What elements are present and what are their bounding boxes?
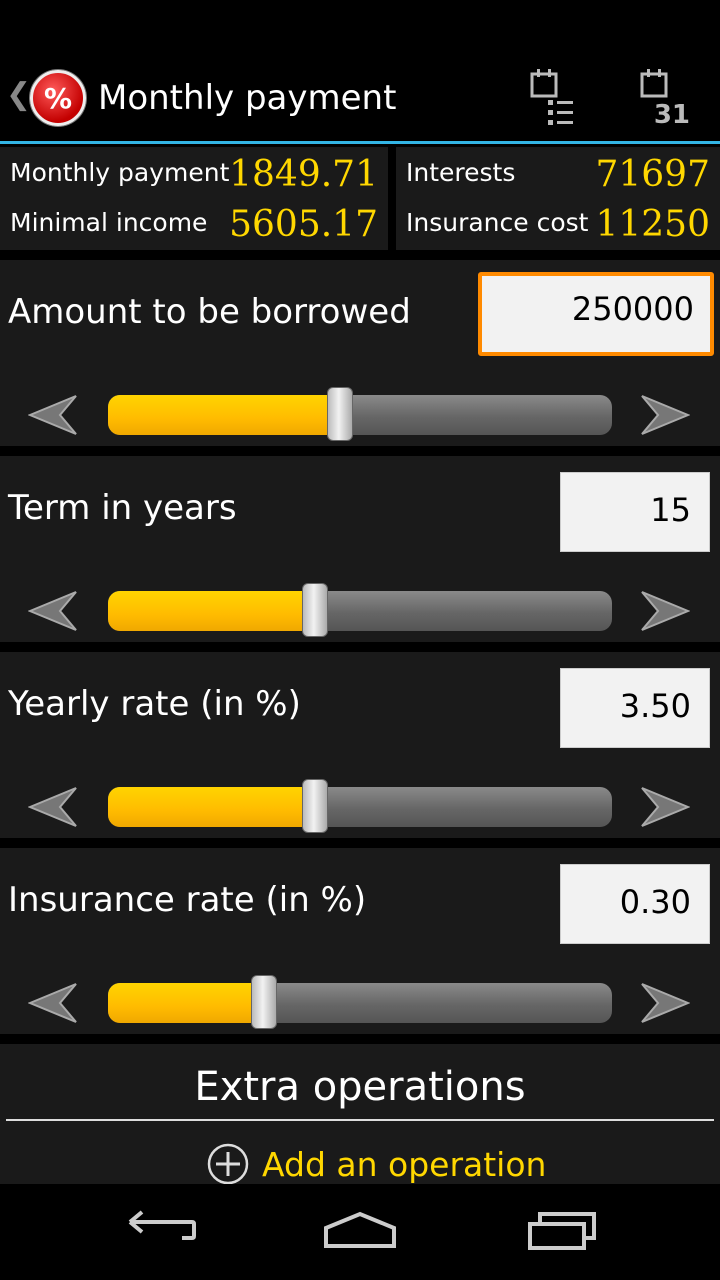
insurance-rate-section: Insurance rate (in %) 0.30 [0,848,720,1034]
minimal-income-label: Minimal income [10,208,208,237]
extra-operations-title: Extra operations [194,1064,526,1110]
monthly-payment-row: Monthly payment 1849.71 [10,147,378,197]
yearly-rate-slider-thumb[interactable] [301,779,328,833]
insurance-rate-slider-fill [108,983,265,1023]
insurance-rate-slider-thumb[interactable] [251,975,278,1029]
summary-panel-left: Monthly payment 1849.71 Minimal income 5… [0,147,388,250]
yearly-rate-section: Yearly rate (in %) 3.50 [0,652,720,838]
insurance-rate-input[interactable]: 0.30 [560,864,710,944]
insurance-cost-label: Insurance cost [406,208,589,237]
decrease-arrow-icon[interactable] [28,392,78,438]
decrease-arrow-icon[interactable] [28,588,78,634]
term-label: Term in years [8,488,237,528]
insurance-cost-value: 11250 [595,204,710,245]
extra-operations-section: Extra operations Add an operation [0,1044,720,1186]
action-bar: ❮ % Monthly payment 31 [0,50,720,144]
decrease-arrow-icon[interactable] [28,980,78,1026]
yearly-rate-slider-fill [108,787,315,827]
app-percent-icon[interactable]: % [30,70,86,126]
yearly-rate-slider-track[interactable] [108,787,612,827]
term-slider-fill [108,591,315,631]
monthly-payment-value: 1849.71 [229,154,378,195]
amount-section: Amount to be borrowed 250000 [0,260,720,446]
status-bar [0,0,720,50]
yearly-rate-input[interactable]: 3.50 [560,668,710,748]
interests-row: Interests 71697 [406,147,710,197]
add-operation-button[interactable]: Add an operation [206,1142,546,1186]
navigation-bar [0,1184,720,1280]
term-input[interactable]: 15 [560,472,710,552]
calendar-list-icon [530,69,573,125]
recents-icon[interactable] [522,1206,602,1256]
increase-arrow-icon[interactable] [640,784,690,830]
home-icon[interactable] [320,1206,400,1256]
decrease-arrow-icon[interactable] [28,784,78,830]
divider [6,1119,714,1121]
amount-label: Amount to be borrowed [8,292,411,332]
add-operation-label: Add an operation [262,1144,547,1184]
term-slider-thumb[interactable] [301,583,328,637]
chevron-left-icon[interactable]: ❮ [6,80,31,110]
increase-arrow-icon[interactable] [640,588,690,634]
page-title: Monthly payment [98,78,397,118]
plus-circle-icon [207,1143,249,1185]
yearly-rate-label: Yearly rate (in %) [8,684,301,724]
calendar-button[interactable]: 31 [636,68,696,130]
insurance-cost-row: Insurance cost 11250 [406,197,710,247]
minimal-income-value: 5605.17 [229,204,378,245]
term-slider-track[interactable] [108,591,612,631]
amount-input[interactable]: 250000 [478,272,714,356]
minimal-income-row: Minimal income 5605.17 [10,197,378,247]
term-section: Term in years 15 [0,456,720,642]
monthly-payment-label: Monthly payment [10,158,230,187]
amount-slider-thumb[interactable] [326,387,353,441]
insurance-rate-slider-track[interactable] [108,983,612,1023]
amount-slider-track[interactable] [108,395,612,435]
schedule-list-button[interactable] [528,68,588,130]
amount-slider-fill [108,395,340,435]
back-icon[interactable] [120,1206,200,1256]
increase-arrow-icon[interactable] [640,392,690,438]
calendar-number: 31 [653,100,690,130]
increase-arrow-icon[interactable] [640,980,690,1026]
interests-value: 71697 [595,154,710,195]
insurance-rate-label: Insurance rate (in %) [8,880,367,920]
interests-label: Interests [406,158,516,187]
summary-panel-right: Interests 71697 Insurance cost 11250 [396,147,720,250]
